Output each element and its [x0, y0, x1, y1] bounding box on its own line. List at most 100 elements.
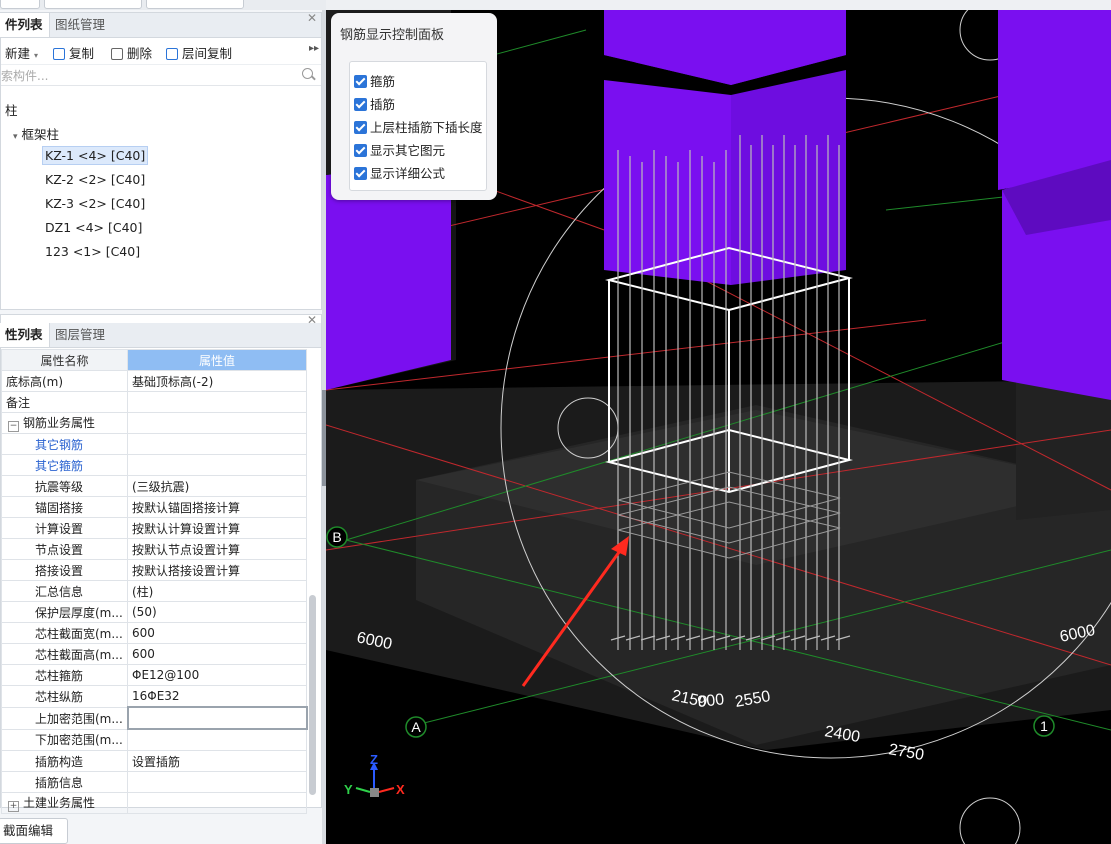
property-name-cell: 备注 — [1, 391, 128, 413]
property-name: 芯柱截面宽(m... — [35, 626, 123, 641]
table-row[interactable]: 芯柱纵筋 16ΦE32 — [1, 685, 307, 708]
property-value-cell[interactable] — [127, 433, 307, 455]
tab-component-list[interactable]: 件列表 — [0, 13, 50, 37]
table-row[interactable]: − 钢筋业务属性 — [1, 412, 307, 434]
tree-item-kz2[interactable]: KZ-2 <2> [C40] — [45, 172, 145, 187]
tree-item-kz3[interactable]: KZ-3 <2> [C40] — [45, 196, 145, 211]
option-show-formula[interactable]: 显示详细公式 — [354, 163, 445, 182]
checkbox-checked-icon[interactable] — [354, 144, 367, 157]
axis-bubble-b: B — [326, 526, 348, 548]
property-value-cell[interactable]: ΦE12@100 — [127, 664, 307, 686]
search-icon[interactable] — [302, 68, 313, 79]
property-value-cell[interactable]: 按默认计算设置计算 — [127, 517, 307, 539]
tab-drawing-management[interactable]: 图纸管理 — [49, 13, 111, 37]
scrollbar[interactable] — [309, 595, 316, 795]
collapse-icon[interactable]: − — [8, 421, 19, 432]
close-icon[interactable]: ✕ — [307, 313, 317, 327]
property-value-cell[interactable] — [127, 771, 307, 793]
tree-item-dz1[interactable]: DZ1 <4> [C40] — [45, 220, 142, 235]
copy-button[interactable]: 复制 — [53, 43, 94, 62]
table-row[interactable]: 汇总信息 (柱) — [1, 580, 307, 602]
property-value-cell[interactable]: (三级抗震) — [127, 475, 307, 497]
property-value-cell[interactable] — [127, 792, 307, 814]
property-name-cell: 插筋构造 — [1, 750, 128, 772]
component-tabs: 件列表 图纸管理 ✕ — [0, 11, 321, 38]
tree-item-123[interactable]: 123 <1> [C40] — [45, 244, 140, 259]
property-name-cell: 其它钢筋 — [1, 433, 128, 455]
table-row[interactable]: 芯柱箍筋 ΦE12@100 — [1, 664, 307, 686]
property-name: 土建业务属性 — [23, 796, 96, 810]
table-row[interactable]: 计算设置 按默认计算设置计算 — [1, 517, 307, 539]
rebar-display-control-panel: 钢筋显示控制面板 箍筋 插筋 上层柱插筋下插长度 显示其它图元 显示详细公式 — [331, 13, 497, 200]
table-row[interactable]: 下加密范围(m... — [1, 728, 307, 751]
type-combo[interactable] — [146, 0, 244, 9]
property-value-cell[interactable]: 600 — [127, 622, 307, 644]
option-stirrup[interactable]: 箍筋 — [354, 71, 395, 90]
floor-copy-button[interactable]: 层间复制 — [166, 43, 232, 62]
table-row[interactable]: 其它钢筋 — [1, 433, 307, 455]
search-bar[interactable]: 索构件... — [1, 65, 321, 86]
table-row[interactable]: 搭接设置 按默认搭接设置计算 — [1, 559, 307, 581]
property-name: 芯柱截面高(m... — [35, 647, 123, 662]
checkbox-checked-icon[interactable] — [354, 75, 367, 88]
table-row[interactable]: 保护层厚度(m... (50) — [1, 601, 307, 623]
property-value-cell[interactable]: 按默认锚固搭接计算 — [127, 496, 307, 518]
checkbox-checked-icon[interactable] — [354, 121, 367, 134]
property-value-cell[interactable]: (柱) — [127, 580, 307, 602]
option-upper-dowel-length[interactable]: 上层柱插筋下插长度 — [354, 117, 483, 136]
property-value-cell[interactable] — [127, 454, 307, 476]
new-button[interactable]: 新建 ▾ — [5, 43, 38, 62]
property-name: 下加密范围(m... — [35, 733, 123, 748]
option-show-other-elements[interactable]: 显示其它图元 — [354, 140, 445, 159]
table-row[interactable]: 备注 — [1, 391, 307, 413]
property-value-cell[interactable]: 基础顶标高(-2) — [127, 370, 307, 392]
table-row[interactable]: 底标高(m) 基础顶标高(-2) — [1, 370, 307, 392]
table-row[interactable]: 锚固搭接 按默认锚固搭接计算 — [1, 496, 307, 518]
tab-property-list[interactable]: 性列表 — [0, 323, 50, 347]
tree-item-kz1[interactable]: KZ-1 <4> [C40] — [42, 146, 149, 165]
tree-group-frame-column[interactable]: ▾ 框架柱 — [13, 124, 59, 143]
table-row[interactable]: 抗震等级 (三级抗震) — [1, 475, 307, 497]
axis-gizmo: Z X Y — [344, 752, 405, 797]
property-value-cell[interactable]: 600 — [127, 643, 307, 665]
table-row[interactable]: 节点设置 按默认节点设置计算 — [1, 538, 307, 560]
option-dowel[interactable]: 插筋 — [354, 94, 395, 113]
axis-bubble-a: A — [405, 716, 427, 738]
property-value-cell[interactable] — [126, 706, 308, 730]
property-value-cell[interactable]: 按默认搭接设置计算 — [127, 559, 307, 581]
property-value-cell[interactable]: 16ΦE32 — [127, 685, 307, 708]
delete-button[interactable]: 删除 — [111, 43, 152, 62]
table-row[interactable]: 芯柱截面高(m... 600 — [1, 643, 307, 665]
dim-900: 900 — [697, 691, 725, 711]
section-edit-button[interactable]: 截面编辑 — [0, 818, 69, 844]
category-combo[interactable] — [44, 0, 142, 9]
property-value-cell[interactable]: 按默认节点设置计算 — [127, 538, 307, 560]
floor-combo[interactable] — [0, 0, 40, 9]
tab-layer-management[interactable]: 图层管理 — [49, 323, 111, 347]
property-name-cell: 芯柱纵筋 — [1, 685, 128, 708]
gizmo-z: Z — [370, 752, 378, 767]
property-value-cell[interactable] — [127, 391, 307, 413]
property-value-cell[interactable] — [127, 728, 307, 751]
property-name-cell: 下加密范围(m... — [1, 728, 128, 751]
table-row[interactable]: 插筋构造 设置插筋 — [1, 750, 307, 772]
property-value-cell[interactable] — [127, 412, 307, 434]
property-name: 插筋信息 — [35, 775, 84, 790]
table-row[interactable]: 上加密范围(m... — [1, 706, 308, 730]
gizmo-y: Y — [344, 782, 353, 797]
expand-icon[interactable]: + — [8, 801, 19, 812]
search-input[interactable]: 索构件... — [1, 67, 48, 84]
more-icon[interactable]: ▸▸ — [309, 43, 319, 54]
close-icon[interactable]: ✕ — [307, 11, 317, 25]
property-value-cell[interactable]: (50) — [127, 601, 307, 623]
table-row[interactable]: 插筋信息 — [1, 771, 307, 793]
table-row[interactable]: + 土建业务属性 — [1, 792, 307, 814]
property-name-cell: 芯柱箍筋 — [1, 664, 128, 686]
tree-root-column[interactable]: 柱 — [5, 100, 18, 119]
checkbox-checked-icon[interactable] — [354, 167, 367, 180]
table-row[interactable]: 芯柱截面宽(m... 600 — [1, 622, 307, 644]
property-name-cell: − 钢筋业务属性 — [1, 412, 128, 434]
table-row[interactable]: 其它箍筋 — [1, 454, 307, 476]
checkbox-checked-icon[interactable] — [354, 98, 367, 111]
property-value-cell[interactable]: 设置插筋 — [127, 750, 307, 772]
